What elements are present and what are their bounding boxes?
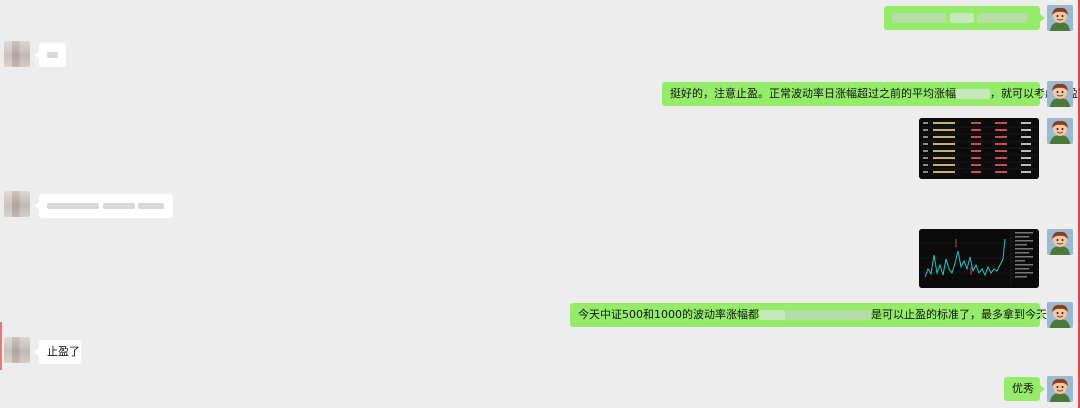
redacted-text <box>759 310 785 320</box>
redacted-text <box>949 13 974 23</box>
self-avatar-icon[interactable] <box>1047 229 1073 255</box>
message-text: 挺好的，注意止盈。正常波动率日涨幅超过之前的平均涨幅 <box>670 87 956 100</box>
message-text: 优秀 <box>1012 382 1034 395</box>
redacted-text <box>47 52 58 58</box>
redacted-text <box>785 310 841 320</box>
message-bubble-self-4[interactable]: 优秀 <box>1004 377 1045 401</box>
message-bubble-self-1[interactable] <box>884 6 1045 30</box>
self-avatar-icon[interactable] <box>1047 5 1073 31</box>
self-avatar-icon[interactable] <box>1047 302 1073 328</box>
redacted-text <box>841 310 871 320</box>
message-text: 今天中证500和1000的波动率涨幅都 <box>578 308 759 321</box>
redacted-text <box>977 13 1027 23</box>
redacted-text <box>892 13 946 23</box>
redacted-text <box>956 89 990 99</box>
self-avatar-icon[interactable] <box>1047 81 1073 107</box>
selection-mark <box>0 322 2 370</box>
message-bubble-friend-1[interactable] <box>34 43 66 67</box>
redacted-text <box>47 203 99 209</box>
image-message-table[interactable] <box>919 118 1039 179</box>
message-bubble-self-2[interactable]: 挺好的，注意止盈。正常波动率日涨幅超过之前的平均涨幅 ，就可以考虑止盈了 <box>662 82 1080 106</box>
chat-window: 挺好的，注意止盈。正常波动率日涨幅超过之前的平均涨幅 ，就可以考虑止盈了 今天中… <box>0 0 1080 408</box>
message-text: 止盈了 <box>47 345 80 358</box>
message-bubble-friend-2[interactable] <box>34 194 173 218</box>
friend-avatar-icon[interactable] <box>4 41 30 67</box>
table-image-icon <box>919 118 1039 179</box>
image-message-chart[interactable] <box>919 229 1039 288</box>
message-bubble-friend-3[interactable]: 止盈了 <box>34 340 81 364</box>
self-avatar-icon[interactable] <box>1047 376 1073 402</box>
message-bubble-self-3[interactable]: 今天中证500和1000的波动率涨幅都 是可以止盈的标准了，最多拿到今天尾盘。 <box>570 303 1080 327</box>
redacted-text <box>138 203 164 209</box>
chart-image-icon <box>919 229 1039 288</box>
redacted-text <box>102 203 135 209</box>
friend-avatar-icon[interactable] <box>4 191 30 217</box>
friend-avatar-icon[interactable] <box>4 337 30 363</box>
self-avatar-icon[interactable] <box>1047 118 1073 144</box>
